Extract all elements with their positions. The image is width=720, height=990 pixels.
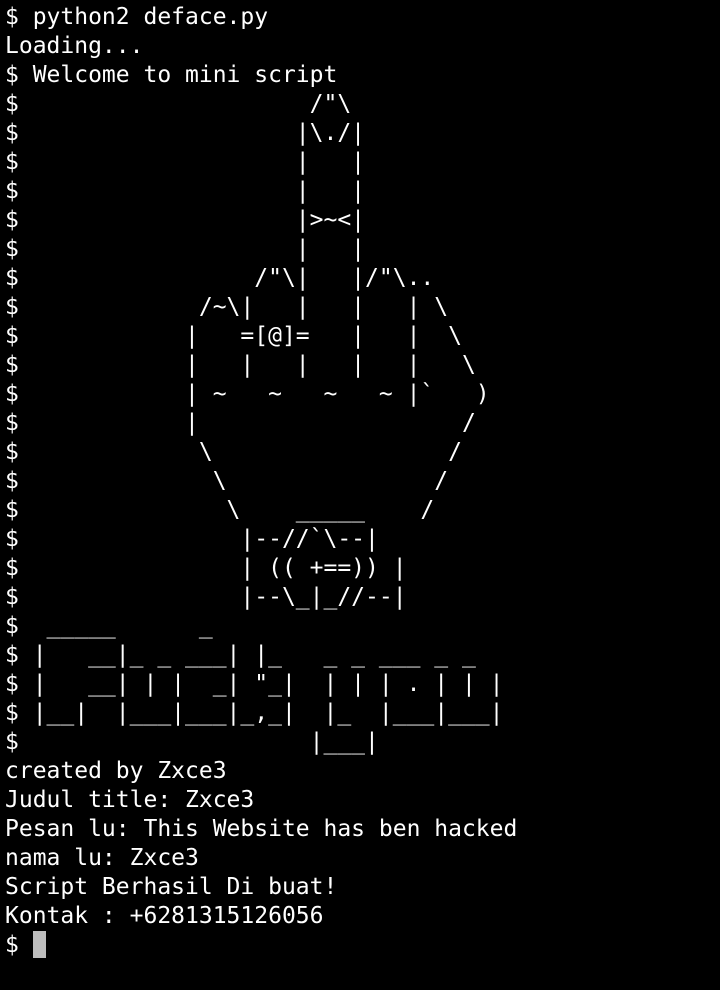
terminal-line: $ \ / <box>5 439 462 465</box>
terminal-line: $ |___| <box>5 729 379 755</box>
terminal-line: Pesan lu: This Website has ben hacked <box>5 816 518 842</box>
terminal-line: $ | / <box>5 410 476 436</box>
terminal-line: $ |\./| <box>5 120 366 146</box>
terminal-line: $ \ _____ / <box>5 497 435 523</box>
terminal-line: $ | | | | | \ <box>5 352 476 378</box>
terminal-line: Script Berhasil Di buat! <box>5 874 338 900</box>
terminal-line: $ /"\ <box>5 91 352 117</box>
terminal-line: $ /"\| |/"\.. <box>5 265 435 291</box>
terminal-line: $ | | <box>5 149 366 175</box>
terminal-line: $ |--\_|_//--| <box>5 584 407 610</box>
terminal-line: Judul title: Zxce3 <box>5 787 255 813</box>
terminal-line: $ |--//`\--| <box>5 526 379 552</box>
terminal-line: $ | | <box>5 178 366 204</box>
terminal-line: $ | (( +==)) | <box>5 555 407 581</box>
terminal-line: $ /~\| | | | \ <box>5 294 449 320</box>
terminal-output: $ python2 deface.py Loading... $ Welcome t… <box>5 3 720 931</box>
terminal-line: $ | __|_ _ ___| |_ _ _ ___ _ _ <box>5 642 476 668</box>
terminal-line: $ _____ _ <box>5 613 213 639</box>
terminal-input-line[interactable]: $ <box>5 931 720 960</box>
text-cursor[interactable] <box>32 931 46 958</box>
terminal-line: $ | ~ ~ ~ ~ |` ) <box>5 381 490 407</box>
terminal-line: Loading... <box>5 33 144 59</box>
terminal-line: created by Zxce3 <box>5 758 227 784</box>
terminal-line: $ python2 deface.py <box>5 4 269 30</box>
terminal-line: $ | __| | | _| "_| | | | . | | | <box>5 671 504 697</box>
terminal-line: nama lu: Zxce3 <box>5 845 199 871</box>
terminal-line: $ | | <box>5 236 366 262</box>
terminal-line: $ |__| |___|___|_,_| |_ |___|___| <box>5 700 504 726</box>
terminal-line: Kontak : +6281315126056 <box>5 903 324 929</box>
terminal-window[interactable]: $ python2 deface.py Loading... $ Welcome t… <box>0 0 720 990</box>
terminal-line: $ | =[@]= | | \ <box>5 323 462 349</box>
prompt-symbol: $ <box>5 932 33 958</box>
terminal-line: $ \ / <box>5 468 449 494</box>
terminal-line: $ |>~<| <box>5 207 366 233</box>
terminal-line: $ Welcome to mini script <box>5 62 338 88</box>
